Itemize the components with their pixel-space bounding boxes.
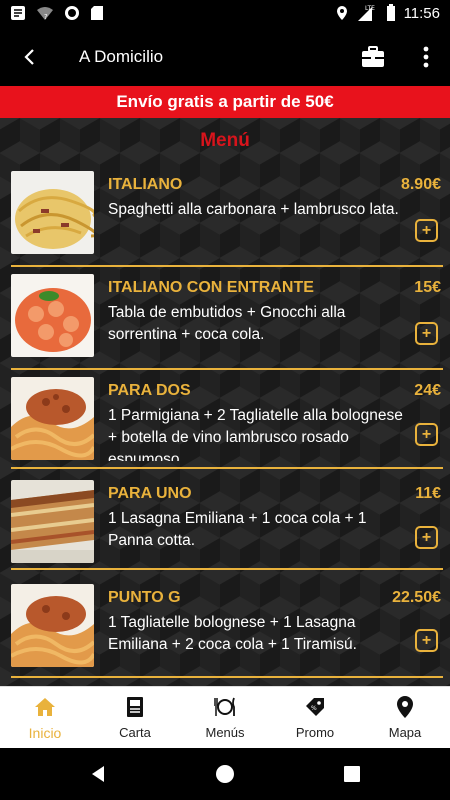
dish-image [11, 274, 94, 357]
dish-image [11, 377, 94, 460]
promo-banner: Envío gratis a partir de 50€ [0, 86, 450, 118]
divider [11, 467, 443, 469]
dish-image [11, 480, 94, 563]
nav-item-inicio[interactable]: Inicio [0, 687, 90, 749]
nav-label: Inicio [28, 725, 62, 741]
item-price: 11€ [415, 485, 441, 502]
notification-icon [11, 6, 25, 20]
divider [11, 265, 443, 267]
svg-text:%: % [311, 705, 317, 712]
cutlery-icon [214, 697, 235, 716]
tag-icon: % [306, 698, 324, 716]
section-title: Menú [200, 130, 250, 151]
item-price: 24€ [414, 382, 441, 399]
list-item[interactable]: ITALIANO CON ENTRANTE 15€ Tabla de embut… [0, 274, 450, 378]
item-name: ITALIANO [108, 176, 183, 193]
divider [11, 568, 443, 570]
add-button[interactable]: + [415, 629, 438, 652]
svg-text:LTE: LTE [365, 5, 375, 12]
divider [11, 368, 443, 370]
nav-item-menus[interactable]: Menús [180, 687, 270, 749]
item-description: Spaghetti alla carbonara + lambrusco lat… [108, 201, 399, 218]
menu-card-icon [127, 697, 143, 717]
item-description: 1 Lasagna Emiliana + 1 coca cola + 1 Pan… [108, 510, 367, 549]
item-name: PARA DOS [108, 382, 191, 399]
signal-icon: LTE [357, 5, 375, 21]
nav-label: Promo [295, 725, 335, 740]
recents-square-icon[interactable] [342, 764, 362, 784]
home-circle-icon[interactable] [215, 764, 235, 784]
item-name: PUNTO G [108, 589, 181, 606]
nav-label: Menús [205, 725, 245, 740]
battery-icon [386, 4, 395, 21]
item-description: 1 Parmigiana + 2 Tagliatelle alla bologn… [108, 407, 403, 461]
briefcase-icon[interactable] [360, 44, 386, 70]
back-triangle-icon[interactable] [88, 764, 108, 784]
circle-icon [65, 6, 79, 20]
divider [11, 676, 443, 678]
nav-item-promo[interactable]: % Promo [270, 687, 360, 749]
wifi-icon: ? [37, 7, 53, 21]
item-description: 1 Tagliatelle bolognese + 1 Lasagna Emil… [108, 614, 357, 653]
arrow-back-icon[interactable] [18, 45, 42, 69]
status-bar: ? LTE 11:56 [0, 0, 450, 28]
add-button[interactable]: + [415, 526, 438, 549]
item-price: 15€ [414, 279, 441, 296]
sd-card-icon [91, 6, 103, 20]
more-vert-icon[interactable] [416, 44, 436, 70]
dish-image [11, 584, 94, 667]
item-description: Tabla de embutidos + Gnocchi alla sorren… [108, 304, 346, 343]
home-icon [35, 698, 55, 716]
app-bar: A Domicilio [0, 28, 450, 86]
list-item[interactable]: PUNTO G 22.50€ 1 Tagliatelle bolognese +… [0, 584, 450, 686]
add-button[interactable]: + [415, 423, 438, 446]
dish-image [11, 171, 94, 254]
system-nav-bar [0, 748, 450, 800]
list-item[interactable]: PARA DOS 24€ 1 Parmigiana + 2 Tagliatell… [0, 377, 450, 481]
item-price: 8.90€ [400, 176, 441, 193]
map-pin-icon [397, 696, 413, 718]
svg-text:?: ? [44, 13, 48, 21]
item-name: PARA UNO [108, 485, 192, 502]
add-button[interactable]: + [415, 322, 438, 345]
item-price: 22.50€ [392, 589, 441, 606]
list-item[interactable]: ITALIANO 8.90€ Spaghetti alla carbonara … [0, 171, 450, 275]
location-icon [336, 6, 347, 20]
item-name: ITALIANO CON ENTRANTE [108, 279, 314, 296]
status-time: 11:56 [403, 4, 440, 22]
page-title: A Domicilio [79, 47, 164, 66]
nav-label: Mapa [388, 725, 422, 740]
nav-item-mapa[interactable]: Mapa [360, 687, 450, 749]
nav-label: Carta [119, 725, 151, 740]
nav-item-carta[interactable]: Carta [90, 687, 180, 749]
bottom-nav: Inicio Carta Menús % Promo Mapa [0, 686, 450, 748]
list-item[interactable]: PARA UNO 11€ 1 Lasagna Emiliana + 1 coca… [0, 480, 450, 584]
add-button[interactable]: + [415, 219, 438, 242]
menu-list: Menú ITALIANO 8.90€ Spaghetti alla carbo… [0, 118, 450, 686]
